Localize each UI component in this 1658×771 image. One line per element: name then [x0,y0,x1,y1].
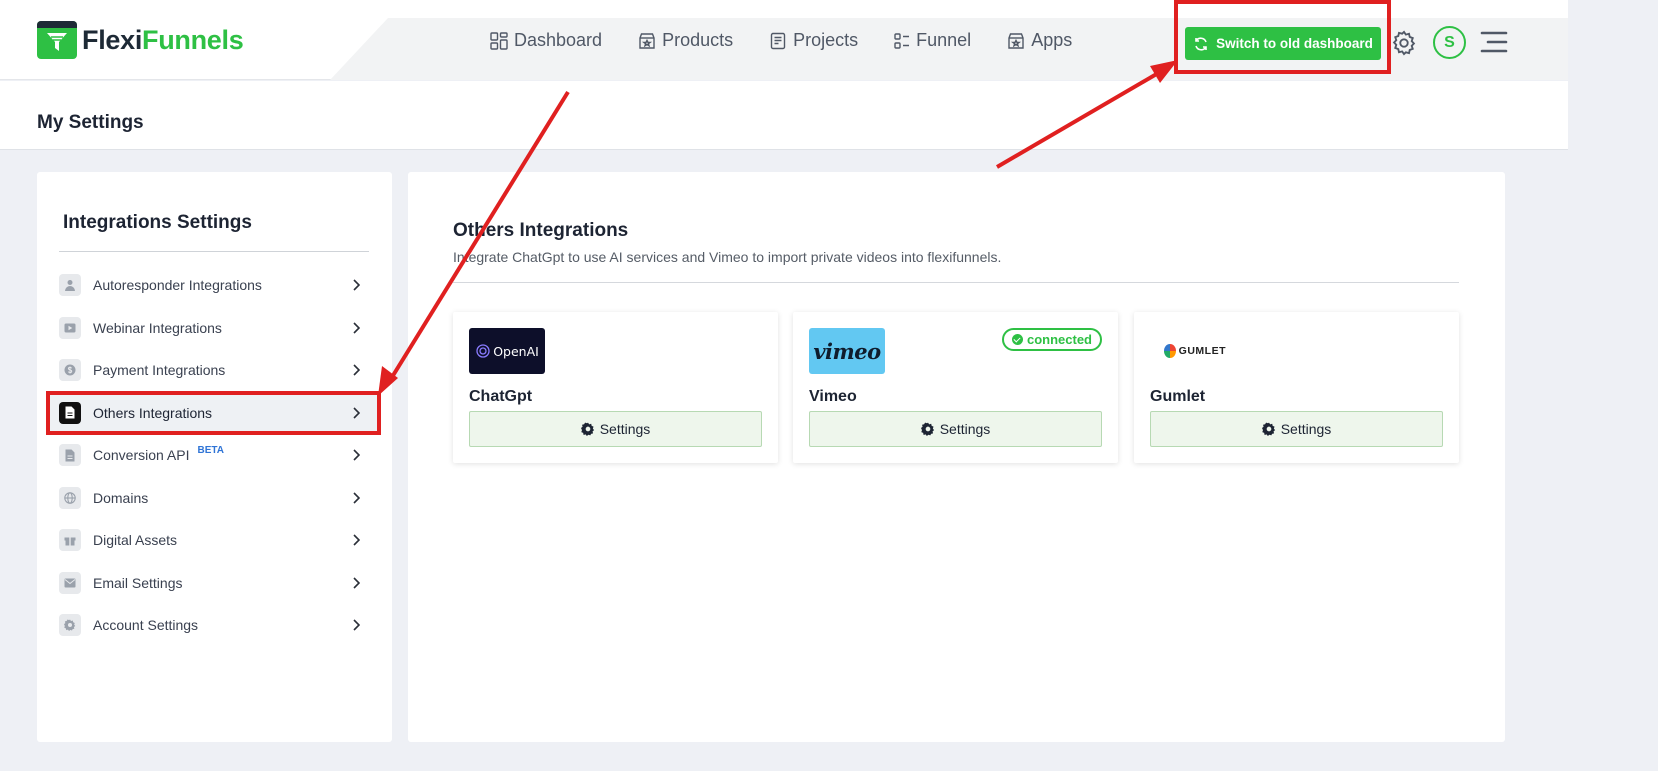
flexifunnels-logo[interactable]: FlexiFunnels [37,20,244,60]
settings-sidebar: Integrations Settings Autoresponder Inte… [37,172,392,742]
gumlet-settings-button[interactable]: Settings [1150,411,1443,447]
play-icon [59,316,81,339]
grid-icon [490,31,508,50]
content-description: Integrate ChatGpt to use AI services and… [453,249,1002,265]
store-icon [1008,32,1024,49]
chevron-right-icon [353,279,360,291]
sidebar-item-label: Digital Assets [93,532,178,549]
card-name: ChatGpt [469,388,533,405]
gumlet-mark-icon [1164,344,1176,358]
nav-projects-label: Projects [793,30,859,50]
sidebar-item-label: Conversion API [93,447,190,464]
gumlet-logo-text: GUMLET [1178,345,1226,357]
store-icon [639,32,655,49]
nav-dashboard[interactable]: Dashboard [490,30,602,51]
sidebar-item-autoresponder[interactable]: Autoresponder Integrations [50,264,380,307]
integrations-content-panel: Others Integrations Integrate ChatGpt to… [408,172,1505,742]
vimeo-settings-button[interactable]: Settings [809,411,1102,447]
openai-logo: OpenAI [469,328,545,374]
sidebar-item-digital-assets[interactable]: Digital Assets [50,519,380,562]
chevron-right-icon [353,364,360,376]
chevron-right-icon [353,534,360,546]
brand-name: FlexiFunnels [82,24,244,56]
gear-icon [580,422,594,436]
sidebar-item-payment[interactable]: Payment Integrations [50,349,380,392]
chatgpt-settings-button[interactable]: Settings [469,411,762,447]
content-divider [453,282,1459,283]
gift-icon [59,529,81,552]
brand-part2: Funnels [142,24,244,55]
sidebar-menu: Autoresponder Integrations Webinar Integ… [50,264,380,647]
nav-funnel-label: Funnel [916,30,972,50]
integration-card-chatgpt: OpenAI ChatGpt Settings [453,312,778,463]
refresh-icon [1195,36,1207,51]
sidebar-item-label: Webinar Integrations [93,319,222,336]
gear-icon [1261,422,1275,436]
brand-part1: Flexi [82,24,143,55]
switch-to-old-dashboard-button[interactable]: Switch to old dashboard [1185,27,1381,60]
hamburger-menu-icon[interactable] [1480,31,1508,58]
nav-funnel[interactable]: Funnel [894,30,971,51]
chevron-right-icon [353,321,360,334]
integration-card-gumlet: GUMLET Gumlet Settings [1134,312,1459,463]
document-icon [770,32,786,49]
page-title-bar: My Settings [0,81,1568,150]
sidebar-item-domains[interactable]: Domains [50,477,380,520]
openai-icon [476,344,490,358]
sidebar-item-conversion-api[interactable]: Conversion API BETA [50,434,380,477]
content-title: Others Integrations [453,220,629,241]
chevron-right-icon [353,449,360,461]
chevron-right-icon [353,576,360,589]
sidebar-title: Integrations Settings [63,212,252,233]
openai-logo-text: OpenAI [493,343,539,359]
sidebar-item-label: Domains [93,489,149,506]
user-icon [59,274,81,297]
nav-products[interactable]: Products [638,30,733,51]
check-circle-icon [1011,334,1023,345]
nav-dashboard-label: Dashboard [514,30,603,50]
integration-card-vimeo: vimeo connected Vimeo Settings [793,312,1118,463]
switch-label: Switch to old dashboard [1216,36,1373,51]
chevron-right-icon [353,491,360,504]
annotation-highlight-others [46,391,381,435]
sidebar-item-label: Email Settings [93,574,183,591]
sidebar-item-label: Account Settings [93,617,199,634]
logo-mark-icon [37,21,77,59]
chevron-right-icon [353,619,360,631]
sidebar-item-email-settings[interactable]: Email Settings [50,562,380,605]
sidebar-divider [59,251,369,252]
sidebar-item-label: Payment Integrations [93,362,226,379]
nav-apps[interactable]: Apps [1007,30,1072,51]
settings-label: Settings [599,421,651,437]
user-avatar[interactable]: S [1433,26,1466,59]
gear-icon [920,422,934,436]
gumlet-logo: GUMLET [1150,328,1226,374]
gear-icon [59,614,81,637]
vimeo-logo: vimeo [809,328,885,374]
card-name: Vimeo [809,388,857,405]
settings-label: Settings [1280,421,1332,437]
connected-status-badge: connected [1001,328,1102,351]
funnel-icon [894,32,910,49]
file-icon [59,444,81,467]
mail-icon [59,571,81,594]
page-title: My Settings [37,112,144,133]
settings-gear-icon[interactable] [1390,29,1418,62]
sidebar-item-label: Autoresponder Integrations [93,277,262,294]
beta-badge: BETA [197,444,224,456]
main-navigation: Dashboard Products Projects Funnel Apps [490,30,1108,51]
dollar-icon [59,359,81,382]
globe-icon [59,486,81,509]
sidebar-item-webinar[interactable]: Webinar Integrations [50,307,380,350]
nav-apps-label: Apps [1031,30,1073,50]
nav-projects[interactable]: Projects [769,30,858,51]
settings-label: Settings [939,421,991,437]
card-name: Gumlet [1150,388,1206,405]
status-text: connected [1026,332,1092,347]
sidebar-item-account-settings[interactable]: Account Settings [50,604,380,647]
nav-products-label: Products [662,30,734,50]
